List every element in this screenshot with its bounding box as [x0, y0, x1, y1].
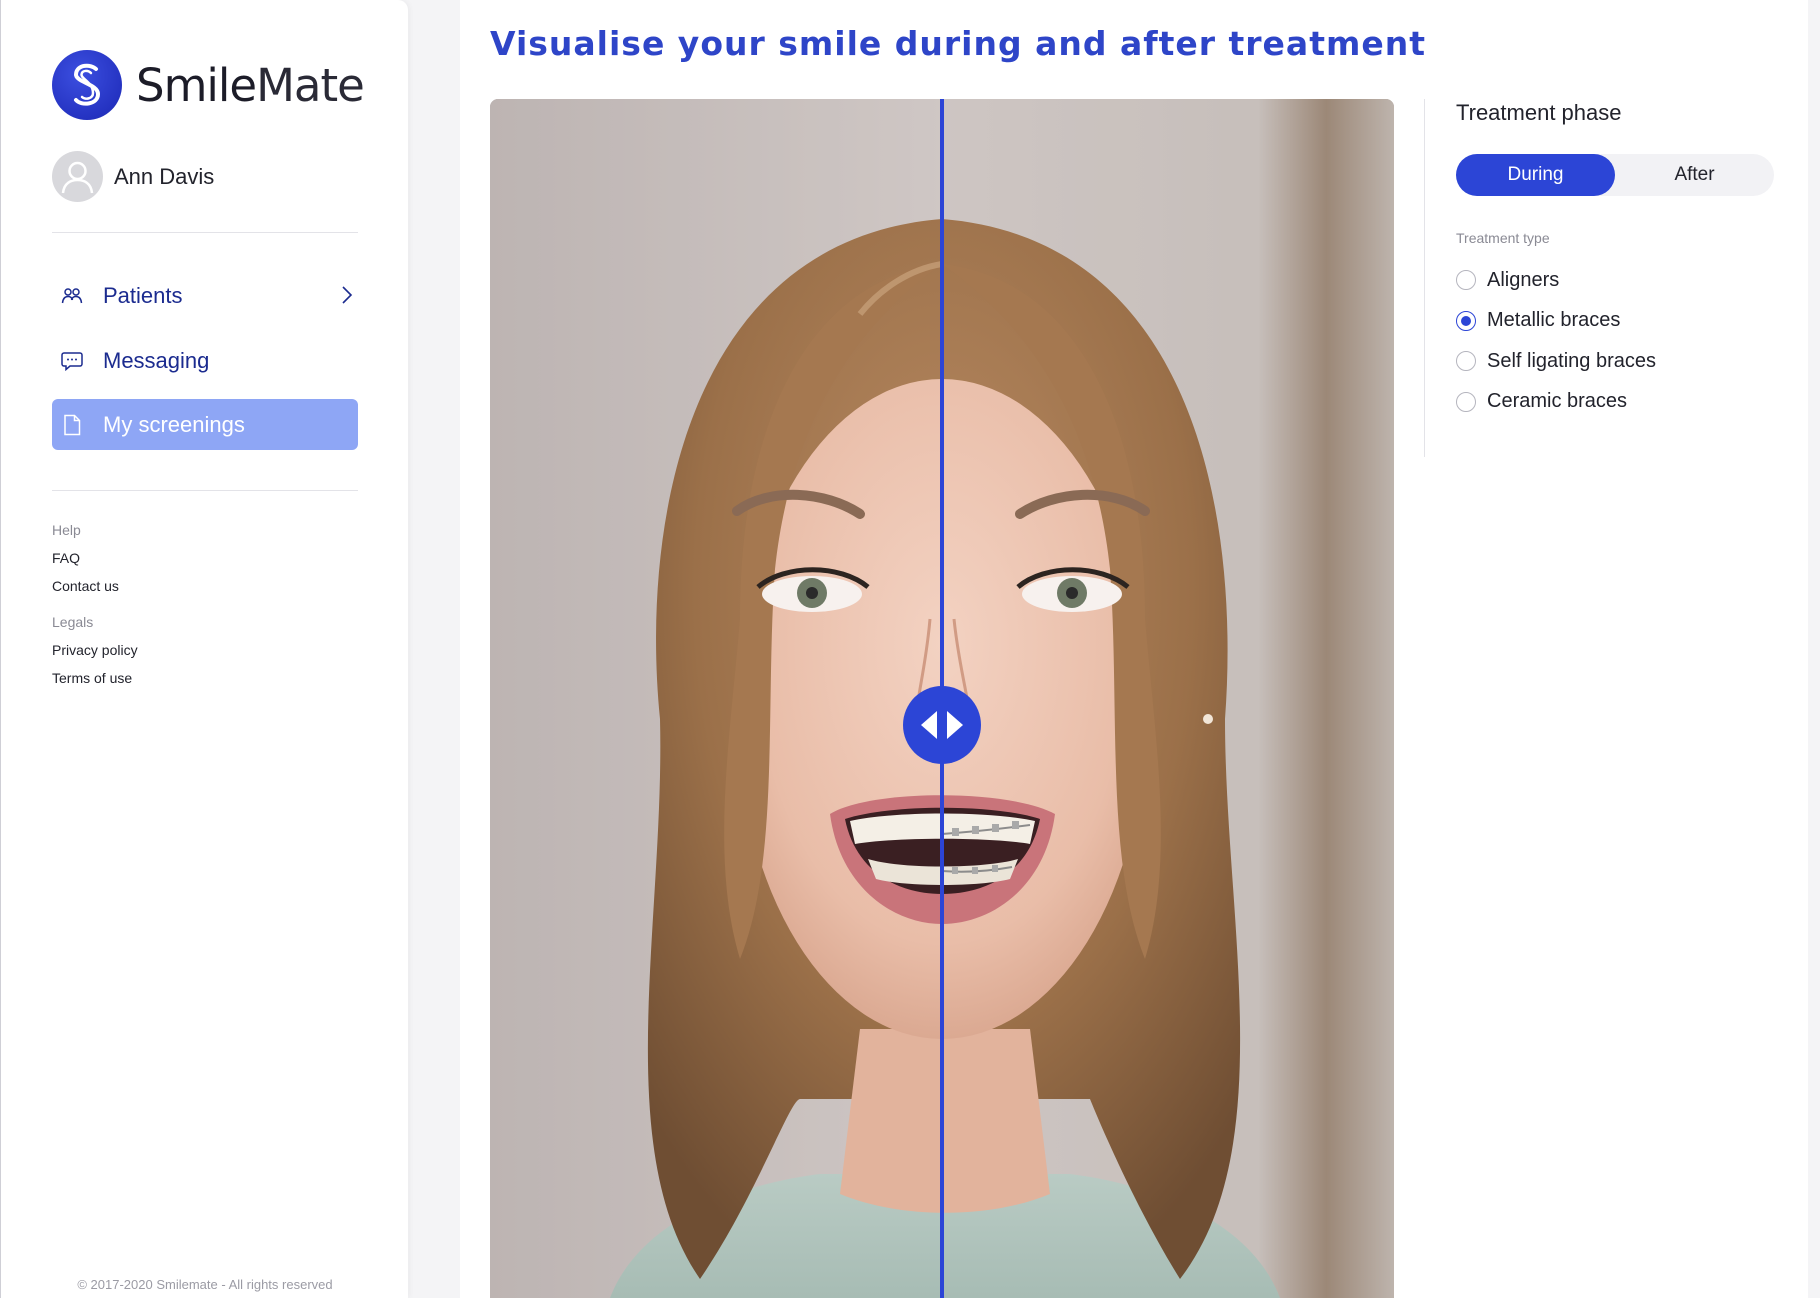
treatment-type-option-ceramic-braces[interactable]: Ceramic braces	[1456, 382, 1786, 423]
sidebar-item-label: My screenings	[103, 411, 245, 437]
patients-icon	[61, 285, 83, 307]
treatment-type-option-self-ligating-braces[interactable]: Self ligating braces	[1456, 341, 1786, 382]
radio-button[interactable]	[1456, 310, 1476, 331]
treatment-options-panel: Treatment phase During After Treatment t…	[1456, 100, 1786, 422]
before-after-comparison-viewer[interactable]	[490, 99, 1394, 1298]
smilemate-s-logo-icon	[52, 50, 122, 120]
phase-after-button[interactable]: After	[1615, 154, 1774, 196]
sidebar-links: Help FAQ Contact us Legals Privacy polic…	[52, 522, 138, 698]
legals-section-title: Legals	[52, 614, 94, 630]
contact-us-link[interactable]: Contact us	[52, 578, 138, 594]
copyright-text: © 2017-2020 Smilemate - All rights reser…	[77, 1277, 333, 1292]
radio-label: Self ligating braces	[1487, 349, 1656, 372]
radio-button[interactable]	[1456, 351, 1476, 372]
treatment-phase-title: Treatment phase	[1456, 100, 1622, 125]
sidebar-item-label: Patients	[103, 282, 183, 308]
help-section-title: Help	[52, 522, 81, 538]
treatment-type-radio-group: Aligners Metallic braces Self ligating b…	[1456, 260, 1786, 422]
radio-button[interactable]	[1456, 270, 1476, 291]
user-name: Ann Davis	[114, 163, 215, 189]
main-content: Visualise your smile during and after tr…	[460, 0, 1808, 1298]
brand-name-part1: Smile	[136, 58, 257, 112]
sidebar-item-label: Messaging	[103, 347, 210, 373]
sidebar-divider	[52, 232, 358, 233]
brand-name-part2: Mate	[256, 58, 365, 112]
treatment-type-option-metallic-braces[interactable]: Metallic braces	[1456, 301, 1786, 342]
sidebar-divider	[52, 490, 358, 491]
sidebar-item-messaging[interactable]: Messaging	[52, 335, 358, 386]
privacy-policy-link[interactable]: Privacy policy	[52, 642, 138, 658]
radio-button[interactable]	[1456, 391, 1476, 412]
radio-label: Metallic braces	[1487, 309, 1621, 332]
user-silhouette-icon	[52, 151, 103, 202]
user-profile[interactable]: Ann Davis	[52, 151, 214, 202]
treatment-phase-toggle[interactable]: During After	[1456, 154, 1774, 196]
radio-label: Aligners	[1487, 268, 1560, 291]
document-icon	[61, 414, 83, 436]
sidebar: SmileMate Ann Davis Patients Messaging M…	[0, 0, 408, 1298]
panel-separator	[1424, 99, 1425, 457]
sidebar-item-patients[interactable]: Patients	[52, 270, 358, 321]
faq-link[interactable]: FAQ	[52, 550, 138, 566]
chevron-right-icon	[340, 284, 354, 312]
page-title: Visualise your smile during and after tr…	[490, 24, 1427, 63]
chat-bubble-icon	[61, 350, 83, 372]
sidebar-item-my-screenings[interactable]: My screenings	[52, 399, 358, 450]
terms-of-use-link[interactable]: Terms of use	[52, 670, 138, 686]
comparison-slider-handle[interactable]	[903, 686, 981, 764]
phase-during-button[interactable]: During	[1456, 154, 1615, 196]
treatment-type-label: Treatment type	[1456, 230, 1550, 246]
radio-label: Ceramic braces	[1487, 390, 1628, 413]
drag-arrows-icon	[921, 711, 963, 739]
brand-logo[interactable]: SmileMate	[52, 50, 365, 120]
treatment-type-option-aligners[interactable]: Aligners	[1456, 260, 1786, 301]
brand-name: SmileMate	[136, 58, 365, 112]
